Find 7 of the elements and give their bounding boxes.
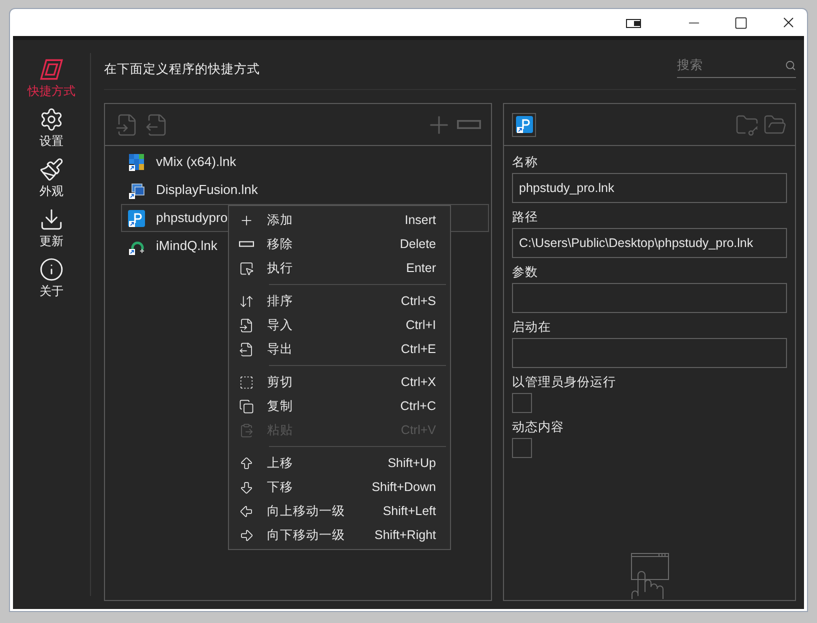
field-label: 参数 [512,264,539,280]
field-label: 名称 [512,154,539,170]
field-label: 启动在 [512,319,552,335]
field-label: 以管理员身份运行 [512,374,617,390]
page-title: 在下面定义程序的快捷方式 [104,61,260,78]
field-label: 路径 [512,209,539,225]
field-label: 动态内容 [512,419,565,435]
